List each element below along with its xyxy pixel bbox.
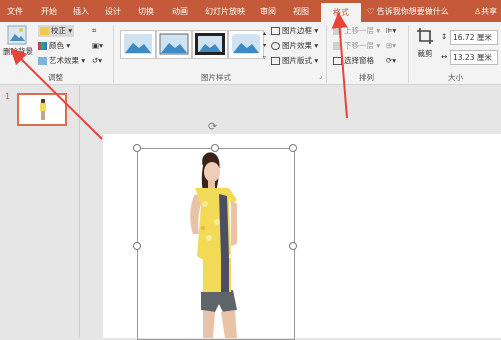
tab-view[interactable]: 视图 xyxy=(290,0,312,22)
rotate-icon[interactable]: ⟳▾ xyxy=(386,55,396,67)
separator xyxy=(113,25,114,83)
tell-me-box[interactable]: ♡ 告诉我你想要做什么 xyxy=(367,0,453,22)
picture-style-1[interactable] xyxy=(120,30,156,59)
correct-icon xyxy=(40,27,49,35)
correct-label: 校正 xyxy=(51,26,66,35)
thumbnail-person-icon xyxy=(40,99,46,120)
art-effects-button[interactable]: 艺术效果 ▾ xyxy=(38,55,85,67)
layout-icon xyxy=(271,57,280,65)
bring-forward-label: 上移一层 xyxy=(344,26,374,35)
height-icon: ↕ xyxy=(441,32,448,41)
reset-picture-icon[interactable]: ↺▾ xyxy=(92,55,102,67)
art-effects-label: 艺术效果 xyxy=(49,56,79,65)
height-input[interactable]: 16.72 厘米 xyxy=(450,30,498,45)
pane-divider xyxy=(79,85,80,338)
tab-animations[interactable]: 动画 xyxy=(169,0,191,22)
styles-more[interactable]: ▿ xyxy=(263,52,266,64)
crop-icon xyxy=(417,28,433,44)
send-backward-label: 下移一层 xyxy=(344,41,374,50)
tab-format[interactable]: 格式 xyxy=(321,3,361,22)
crop-button[interactable]: 裁剪 xyxy=(412,27,438,65)
slide-number: 1 xyxy=(5,92,11,101)
ribbon-tab-bar: 文件 开始 插入 设计 切换 动画 幻灯片放映 审阅 视图 格式 ♡ 告诉我你想… xyxy=(0,0,501,22)
tab-insert[interactable]: 插入 xyxy=(70,0,92,22)
selection-pane-button[interactable]: 选择窗格 xyxy=(333,55,374,67)
style-thumbnail-icon xyxy=(195,33,225,55)
rotate-handle-icon[interactable]: ⟳ xyxy=(208,121,219,132)
styles-scroll-up[interactable]: ▴ xyxy=(263,28,266,40)
remove-background-label: 删除背景 xyxy=(3,47,33,56)
art-effects-icon xyxy=(38,57,47,65)
ribbon-format: 删除背景 校正 ▾ 颜色 ▾ 艺术效果 ▾ ⌗ ▣▾ ↺▾ 调整 ▴ ▾ ▿ 图… xyxy=(0,22,501,85)
picture-effects-button[interactable]: 图片效果 ▾ xyxy=(271,40,318,52)
picture-style-4[interactable] xyxy=(228,30,264,59)
remove-background-icon xyxy=(7,25,27,45)
tab-file[interactable]: 文件 xyxy=(4,0,26,22)
resize-handle-left[interactable] xyxy=(133,242,141,250)
width-icon: ↔ xyxy=(441,52,448,61)
picture-styles-group-label: 图片样式 xyxy=(201,73,231,82)
border-icon xyxy=(271,27,280,35)
group-icon[interactable]: ⊞▾ xyxy=(386,40,396,52)
dialog-launcher-icon[interactable]: ⌟ xyxy=(319,71,322,83)
picture-style-3[interactable] xyxy=(192,30,228,59)
style-thumbnail-icon xyxy=(232,34,260,54)
style-thumbnail-icon xyxy=(124,34,152,54)
size-group-label: 大小 xyxy=(448,73,463,82)
separator xyxy=(408,25,409,83)
resize-handle-top-right[interactable] xyxy=(289,144,297,152)
color-label: 颜色 xyxy=(49,41,64,50)
picture-layout-button[interactable]: 图片版式 ▾ xyxy=(271,55,318,67)
slide-thumbnail-1[interactable] xyxy=(17,93,67,126)
selection-pane-label: 选择窗格 xyxy=(344,56,374,65)
bring-forward-icon xyxy=(333,27,342,35)
picture-selection-frame xyxy=(137,148,295,340)
resize-handle-top[interactable] xyxy=(211,144,219,152)
bring-forward-button[interactable]: 上移一层 ▾ xyxy=(333,25,380,37)
effects-icon xyxy=(271,42,280,50)
separator xyxy=(326,25,327,83)
arrange-group-label: 排列 xyxy=(359,73,374,82)
styles-scroll-down[interactable]: ▾ xyxy=(263,40,266,52)
picture-style-2[interactable] xyxy=(156,30,192,59)
style-thumbnail-icon xyxy=(159,33,189,55)
color-button[interactable]: 颜色 ▾ xyxy=(38,40,70,52)
align-icon[interactable]: ⊫▾ xyxy=(386,25,396,37)
crop-label: 裁剪 xyxy=(417,49,433,58)
adjust-group-label: 调整 xyxy=(48,73,63,82)
slide-canvas[interactable]: ⟳ xyxy=(103,121,501,340)
resize-handle-right[interactable] xyxy=(289,242,297,250)
correct-button[interactable]: 校正 ▾ xyxy=(38,25,75,37)
selection-pane-icon xyxy=(333,57,342,65)
picture-effects-label: 图片效果 xyxy=(282,41,312,50)
picture-border-label: 图片边框 xyxy=(282,26,312,35)
slide-thumbnail-pane: 1 xyxy=(0,85,79,338)
tell-me-text: 告诉我你想要做什么 xyxy=(376,7,449,16)
width-input[interactable]: 13.23 厘米 xyxy=(450,50,498,65)
picture-layout-label: 图片版式 xyxy=(282,56,312,65)
change-picture-icon[interactable]: ▣▾ xyxy=(92,40,103,52)
tab-transitions[interactable]: 切换 xyxy=(135,0,157,22)
color-icon xyxy=(38,42,47,50)
compress-pictures-icon[interactable]: ⌗ xyxy=(92,25,96,37)
tab-review[interactable]: 审阅 xyxy=(257,0,279,22)
remove-background-button[interactable]: 删除背景 xyxy=(1,25,33,63)
share-button[interactable]: ♙共享 xyxy=(474,0,501,22)
tab-slideshow[interactable]: 幻灯片放映 xyxy=(203,0,247,22)
share-label: 共享 xyxy=(481,7,498,16)
tab-home[interactable]: 开始 xyxy=(38,0,60,22)
tab-design[interactable]: 设计 xyxy=(102,0,124,22)
send-backward-button[interactable]: 下移一层 ▾ xyxy=(333,40,380,52)
resize-handle-top-left[interactable] xyxy=(133,144,141,152)
picture-border-button[interactable]: 图片边框 ▾ xyxy=(271,25,318,37)
lightbulb-icon: ♡ xyxy=(367,7,375,16)
send-backward-icon xyxy=(333,42,342,50)
